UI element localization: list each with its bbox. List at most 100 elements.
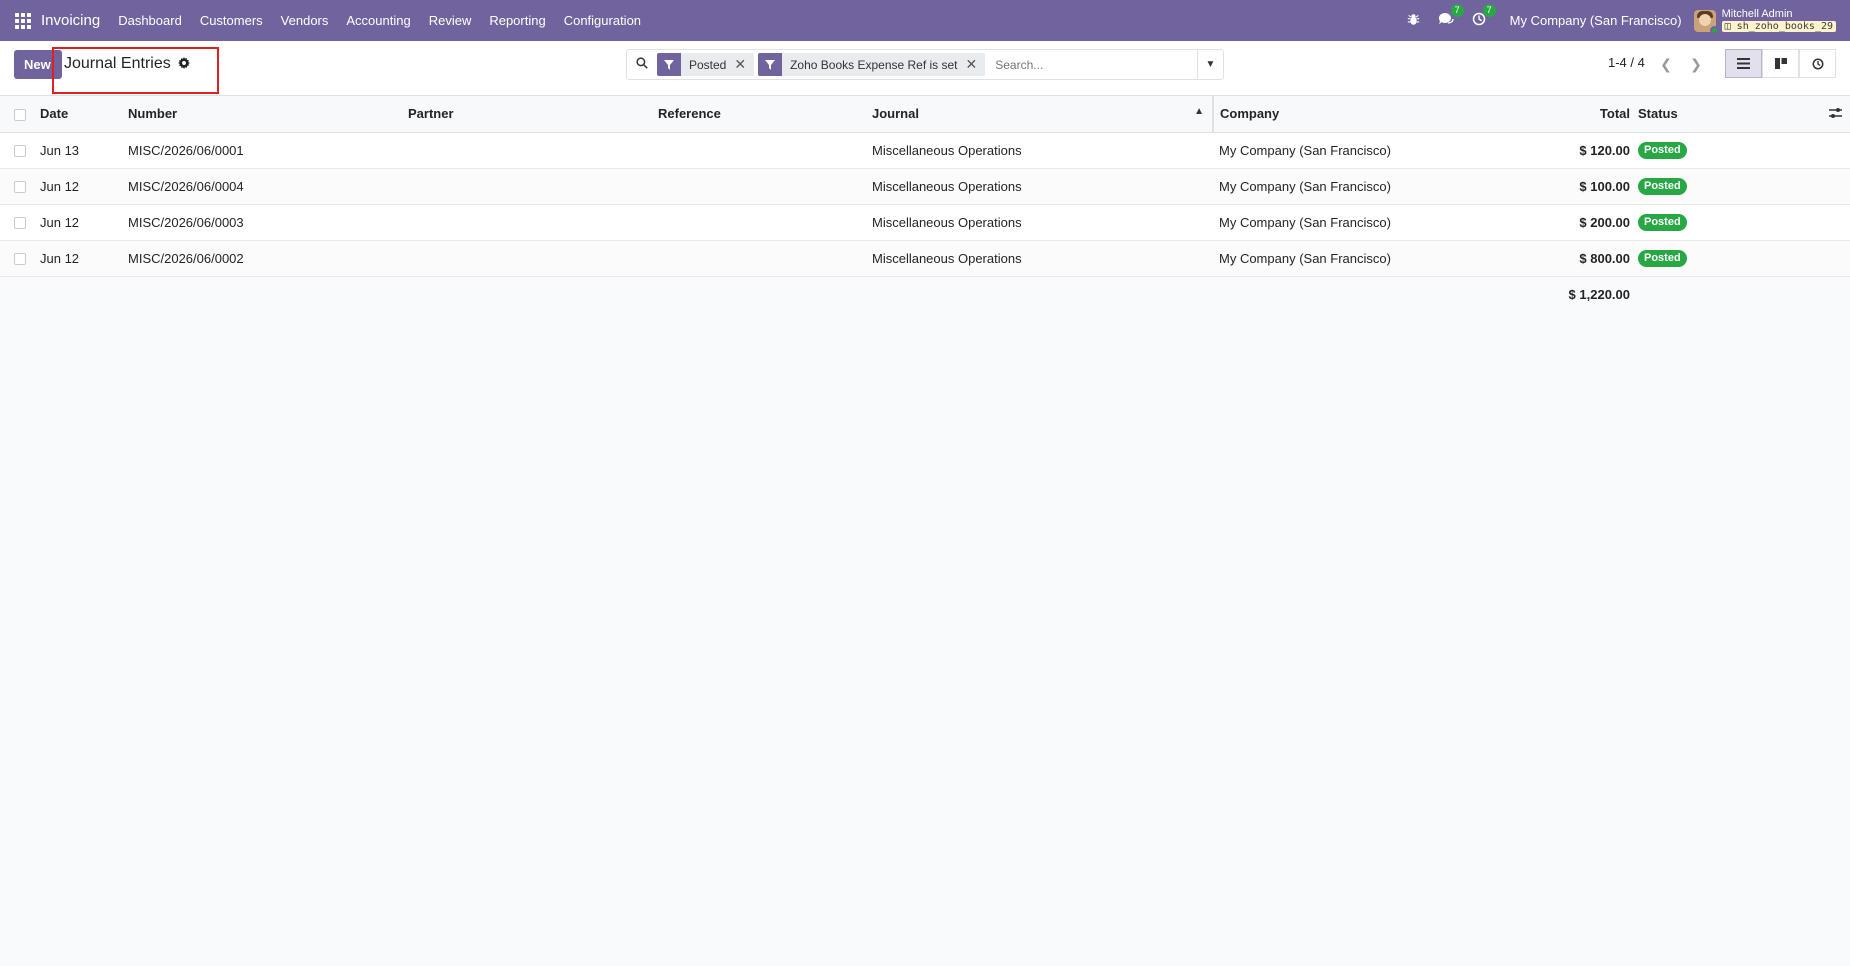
kanban-view-button[interactable] xyxy=(1762,49,1799,78)
database-badge: ◫ sh_zoho_books_29 xyxy=(1721,21,1836,32)
user-menu[interactable]: Mitchell Admin ◫ sh_zoho_books_29 xyxy=(1721,8,1836,32)
messages-count-badge: 7 xyxy=(1450,4,1464,17)
table-row[interactable]: Jun 12 MISC/2026/06/0002 Miscellaneous O… xyxy=(0,240,1850,276)
kanban-icon xyxy=(1774,58,1787,69)
activities-clock-icon[interactable]: 7 xyxy=(1472,4,1496,29)
view-switcher xyxy=(1725,49,1836,78)
chevron-left-icon: ❮ xyxy=(1660,55,1672,72)
cell-date: Jun 12 xyxy=(40,178,80,194)
top-navbar: Invoicing Dashboard Customers Vendors Ac… xyxy=(0,0,1850,41)
column-date[interactable]: Date xyxy=(40,96,128,132)
column-journal: Journal xyxy=(872,106,919,122)
cell-partner xyxy=(408,168,658,204)
cell-journal: Miscellaneous Operations xyxy=(872,178,1022,194)
close-icon[interactable]: ✕ xyxy=(966,56,986,73)
row-checkbox[interactable] xyxy=(14,181,26,194)
column-status: Status xyxy=(1638,105,1678,121)
column-number[interactable]: Number xyxy=(128,96,408,132)
messages-icon[interactable]: 7 xyxy=(1438,4,1464,29)
cell-partner xyxy=(408,132,658,168)
column-partner[interactable]: Partner xyxy=(408,96,658,132)
table-row[interactable]: Jun 13 MISC/2026/06/0001 Miscellaneous O… xyxy=(0,132,1850,168)
table-footer-row: $ 1,220.00 xyxy=(0,276,1850,312)
search-input[interactable] xyxy=(989,52,1197,77)
pager-value[interactable]: 1-4 / 4 xyxy=(1608,55,1645,70)
column-reference[interactable]: Reference xyxy=(658,96,872,132)
menu-reporting[interactable]: Reporting xyxy=(489,13,545,28)
breadcrumb: Journal Entries xyxy=(64,55,190,73)
cell-date: Jun 12 xyxy=(40,214,80,230)
status-badge: Posted xyxy=(1638,142,1687,159)
cell-journal: Miscellaneous Operations xyxy=(872,214,1022,230)
cell-partner xyxy=(408,240,658,276)
cell-total: $ 200.00 xyxy=(1579,214,1630,230)
list-view-button[interactable] xyxy=(1725,49,1762,78)
cell-number: MISC/2026/06/0001 xyxy=(128,142,244,158)
activity-view-button[interactable] xyxy=(1799,49,1836,78)
pager-previous-button[interactable]: ❮ xyxy=(1652,50,1680,78)
menu-customers[interactable]: Customers xyxy=(200,13,263,28)
menu-review[interactable]: Review xyxy=(429,13,472,28)
activities-count-badge: 7 xyxy=(1482,4,1496,17)
journal-entries-table: Date Number Partner Reference Journal ▲ … xyxy=(0,96,1850,312)
cell-date: Jun 12 xyxy=(40,250,80,266)
column-total[interactable]: Total xyxy=(1543,96,1638,132)
menu-vendors[interactable]: Vendors xyxy=(281,13,329,28)
cell-total: $ 100.00 xyxy=(1579,178,1630,194)
control-panel: New Journal Entries Posted ✕ Zoho Books … xyxy=(0,41,1850,96)
facet-label: Zoho Books Expense Ref is set xyxy=(790,57,958,72)
menu-dashboard[interactable]: Dashboard xyxy=(118,13,182,28)
cell-reference xyxy=(658,204,872,240)
cell-company: My Company (San Francisco) xyxy=(1219,214,1391,230)
cell-total: $ 800.00 xyxy=(1579,250,1630,266)
grand-total: $ 1,220.00 xyxy=(1568,286,1630,302)
facet-label: Posted xyxy=(689,57,727,72)
new-button[interactable]: New xyxy=(14,50,62,79)
cell-company: My Company (San Francisco) xyxy=(1219,178,1391,194)
row-checkbox[interactable] xyxy=(14,145,26,158)
cell-partner xyxy=(408,204,658,240)
sort-icon[interactable]: ▲ xyxy=(1194,106,1204,117)
close-icon[interactable]: ✕ xyxy=(734,56,754,73)
column-journal-header[interactable]: Journal ▲ xyxy=(872,96,1214,132)
user-name: Mitchell Admin xyxy=(1721,8,1793,20)
database-icon: ◫ xyxy=(1724,21,1731,32)
cell-total: $ 120.00 xyxy=(1579,142,1630,158)
filter-icon xyxy=(657,53,681,76)
optional-columns-icon[interactable] xyxy=(1829,106,1842,122)
search-icon[interactable] xyxy=(627,57,657,72)
pager-next-button[interactable]: ❯ xyxy=(1682,50,1710,78)
gear-icon[interactable] xyxy=(177,56,190,72)
search-options-toggle[interactable]: ▼ xyxy=(1197,50,1223,79)
row-checkbox[interactable] xyxy=(14,217,26,230)
cell-company: My Company (San Francisco) xyxy=(1219,142,1391,158)
menu-configuration[interactable]: Configuration xyxy=(564,13,641,28)
caret-down-icon: ▼ xyxy=(1205,59,1216,70)
company-switcher[interactable]: My Company (San Francisco) xyxy=(1510,13,1682,28)
bug-icon[interactable] xyxy=(1407,13,1420,29)
row-checkbox[interactable] xyxy=(14,253,26,266)
cell-number: MISC/2026/06/0002 xyxy=(128,250,244,266)
cell-number: MISC/2026/06/0004 xyxy=(128,178,244,194)
status-badge: Posted xyxy=(1638,178,1687,195)
facet-posted: Posted ✕ xyxy=(657,53,755,76)
table-row[interactable]: Jun 12 MISC/2026/06/0003 Miscellaneous O… xyxy=(0,204,1850,240)
column-company[interactable]: Company xyxy=(1213,96,1543,132)
app-brand[interactable]: Invoicing xyxy=(41,12,100,29)
column-status-header[interactable]: Status xyxy=(1638,96,1850,132)
list-icon xyxy=(1737,58,1750,69)
apps-grid-icon[interactable] xyxy=(15,12,31,29)
cell-reference xyxy=(658,168,872,204)
table-header-row: Date Number Partner Reference Journal ▲ … xyxy=(0,96,1850,132)
facet-zoho-ref: Zoho Books Expense Ref is set ✕ xyxy=(758,53,986,76)
status-badge: Posted xyxy=(1638,214,1687,231)
status-badge: Posted xyxy=(1638,250,1687,267)
cell-journal: Miscellaneous Operations xyxy=(872,142,1022,158)
page-title: Journal Entries xyxy=(64,55,171,72)
cell-reference xyxy=(658,132,872,168)
select-all-checkbox[interactable] xyxy=(14,108,26,121)
menu-accounting[interactable]: Accounting xyxy=(346,13,410,28)
filter-icon xyxy=(758,53,783,76)
table-row[interactable]: Jun 12 MISC/2026/06/0004 Miscellaneous O… xyxy=(0,168,1850,204)
user-avatar[interactable] xyxy=(1693,9,1719,35)
